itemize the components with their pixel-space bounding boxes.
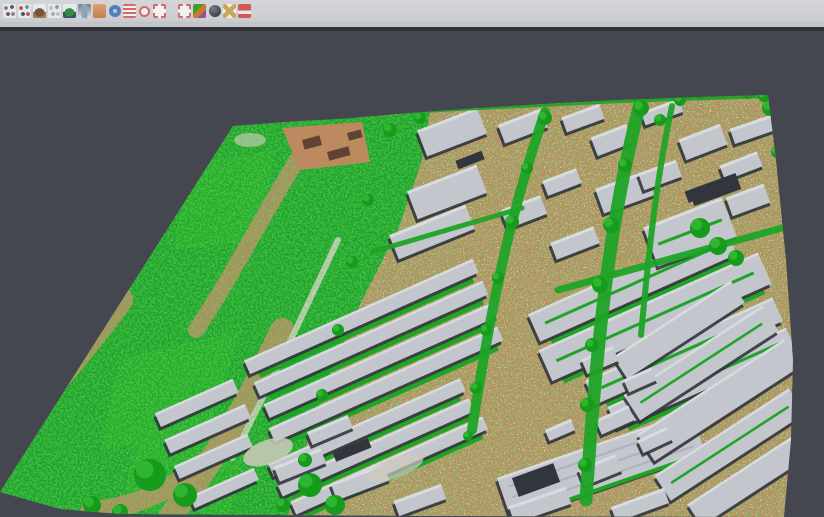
sparse-points-icon[interactable] — [47, 1, 62, 21]
mottled-points-icon[interactable] — [2, 1, 17, 21]
classification-raster-icon[interactable] — [192, 1, 207, 21]
column-slice-icon[interactable] — [77, 1, 92, 21]
colored-points-icon[interactable] — [17, 1, 32, 21]
red-circle-target-icon[interactable] — [137, 1, 152, 21]
viewport-3d[interactable] — [0, 31, 824, 517]
dark-sphere-icon[interactable] — [207, 1, 222, 21]
main-toolbar — [0, 0, 824, 22]
terrain-hill-brown-icon[interactable] — [32, 1, 47, 21]
globe-sync-icon[interactable] — [107, 1, 122, 21]
selection-brackets-icon[interactable] — [152, 1, 167, 21]
red-flag-icon[interactable] — [237, 1, 252, 21]
yellow-cross-icon[interactable] — [222, 1, 237, 21]
orange-tile-icon[interactable] — [92, 1, 107, 21]
red-stripes-icon[interactable] — [122, 1, 137, 21]
terrain-hill-green-icon[interactable] — [62, 1, 77, 21]
application-window: { "app": { "kind": "3d-point-cloud-viewe… — [0, 0, 824, 517]
scene-canvas — [0, 31, 824, 517]
dashed-region-icon[interactable] — [177, 1, 192, 21]
